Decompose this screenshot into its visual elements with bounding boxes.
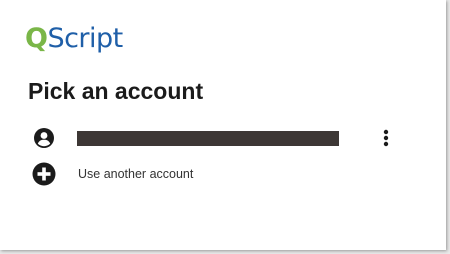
qscript-logo: Q Script	[25, 18, 123, 54]
add-circle-icon	[32, 162, 56, 186]
use-another-account-item[interactable]: Use another account	[32, 161, 402, 187]
more-vertical-icon	[383, 129, 389, 147]
more-options-button[interactable]	[379, 126, 393, 150]
account-name-redacted	[77, 131, 339, 146]
account-picker-card: Q Script Pick an account Use another acc…	[0, 0, 446, 250]
account-item[interactable]	[32, 125, 402, 151]
account-circle-icon	[32, 126, 56, 150]
page-title: Pick an account	[28, 78, 204, 104]
logo-script: Script	[47, 23, 123, 54]
use-another-account-label: Use another account	[78, 167, 194, 181]
logo-q: Q	[25, 23, 48, 54]
